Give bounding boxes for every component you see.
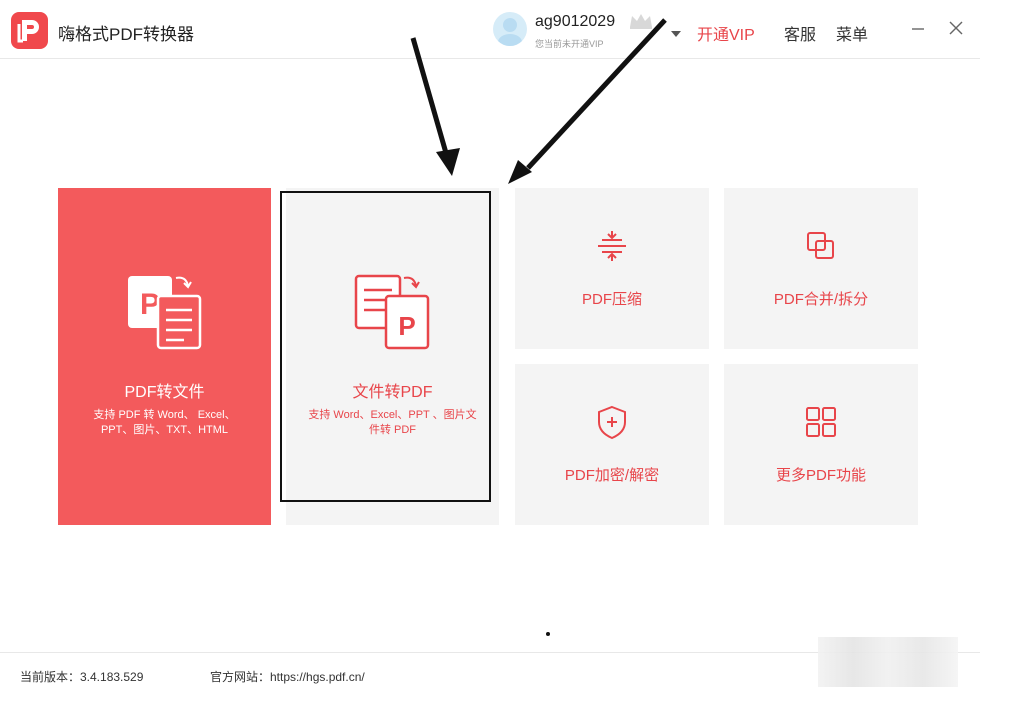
file-to-pdf-title: 文件转PDF xyxy=(352,384,433,401)
pdf-encrypt-card[interactable]: PDF加密/解密 xyxy=(515,364,709,525)
pdf-to-file-card[interactable]: P PDF转文件 支持 PDF 转 Word、 Excel、 PPT、图片、TX… xyxy=(58,188,271,525)
website-link[interactable]: 官方网站：https://hgs.pdf.cn/ xyxy=(210,668,365,685)
pdf-encrypt-label: PDF加密/解密 xyxy=(564,467,660,484)
minimize-icon[interactable] xyxy=(910,20,926,36)
chevron-down-icon[interactable] xyxy=(671,25,681,43)
pdf-compress-card[interactable]: PDF压缩 xyxy=(515,188,709,349)
crown-icon xyxy=(628,11,654,36)
compress-icon xyxy=(515,228,709,264)
user-avatar[interactable] xyxy=(493,12,527,46)
version-text: 当前版本：3.4.183.529 xyxy=(20,670,144,684)
pdf-to-file-icon: P xyxy=(58,270,271,360)
shield-icon xyxy=(515,404,709,440)
grid-icon xyxy=(724,404,918,440)
merge-icon xyxy=(724,228,918,264)
pdf-to-file-title: PDF转文件 xyxy=(124,384,205,401)
blurred-watermark xyxy=(818,637,958,687)
more-pdf-functions-label: 更多PDF功能 xyxy=(775,467,866,484)
pdf-compress-label: PDF压缩 xyxy=(581,291,642,308)
app-title: 嗨格式PDF转换器 xyxy=(58,25,194,44)
pdf-to-file-desc: 支持 PDF 转 Word、 Excel、 PPT、图片、TXT、HTML xyxy=(93,409,236,436)
open-vip-button[interactable]: 开通VIP xyxy=(697,21,755,45)
file-to-pdf-icon: P xyxy=(286,270,499,360)
pdf-merge-split-card[interactable]: PDF合并/拆分 xyxy=(724,188,918,349)
svg-text:P: P xyxy=(398,311,415,341)
app-logo-icon xyxy=(11,12,48,49)
pdf-merge-split-label: PDF合并/拆分 xyxy=(773,291,869,308)
username: ag9012029 xyxy=(535,13,616,30)
file-to-pdf-desc: 支持 Word、Excel、PPT 、图片文件转 PDF xyxy=(308,409,477,436)
stray-dot xyxy=(546,632,550,636)
more-pdf-functions-card[interactable]: 更多PDF功能 xyxy=(724,364,918,525)
customer-service-button[interactable]: 客服 xyxy=(784,21,816,45)
title-bar: 嗨格式PDF转换器 ag9012029 您当前未开通VIP 开通VIP 客服 菜… xyxy=(0,0,980,59)
file-to-pdf-card[interactable]: P 文件转PDF 支持 Word、Excel、PPT 、图片文件转 PDF xyxy=(280,188,499,525)
vip-status-text: 您当前未开通VIP xyxy=(535,39,604,49)
close-icon[interactable] xyxy=(948,20,964,36)
menu-button[interactable]: 菜单 xyxy=(836,21,868,45)
